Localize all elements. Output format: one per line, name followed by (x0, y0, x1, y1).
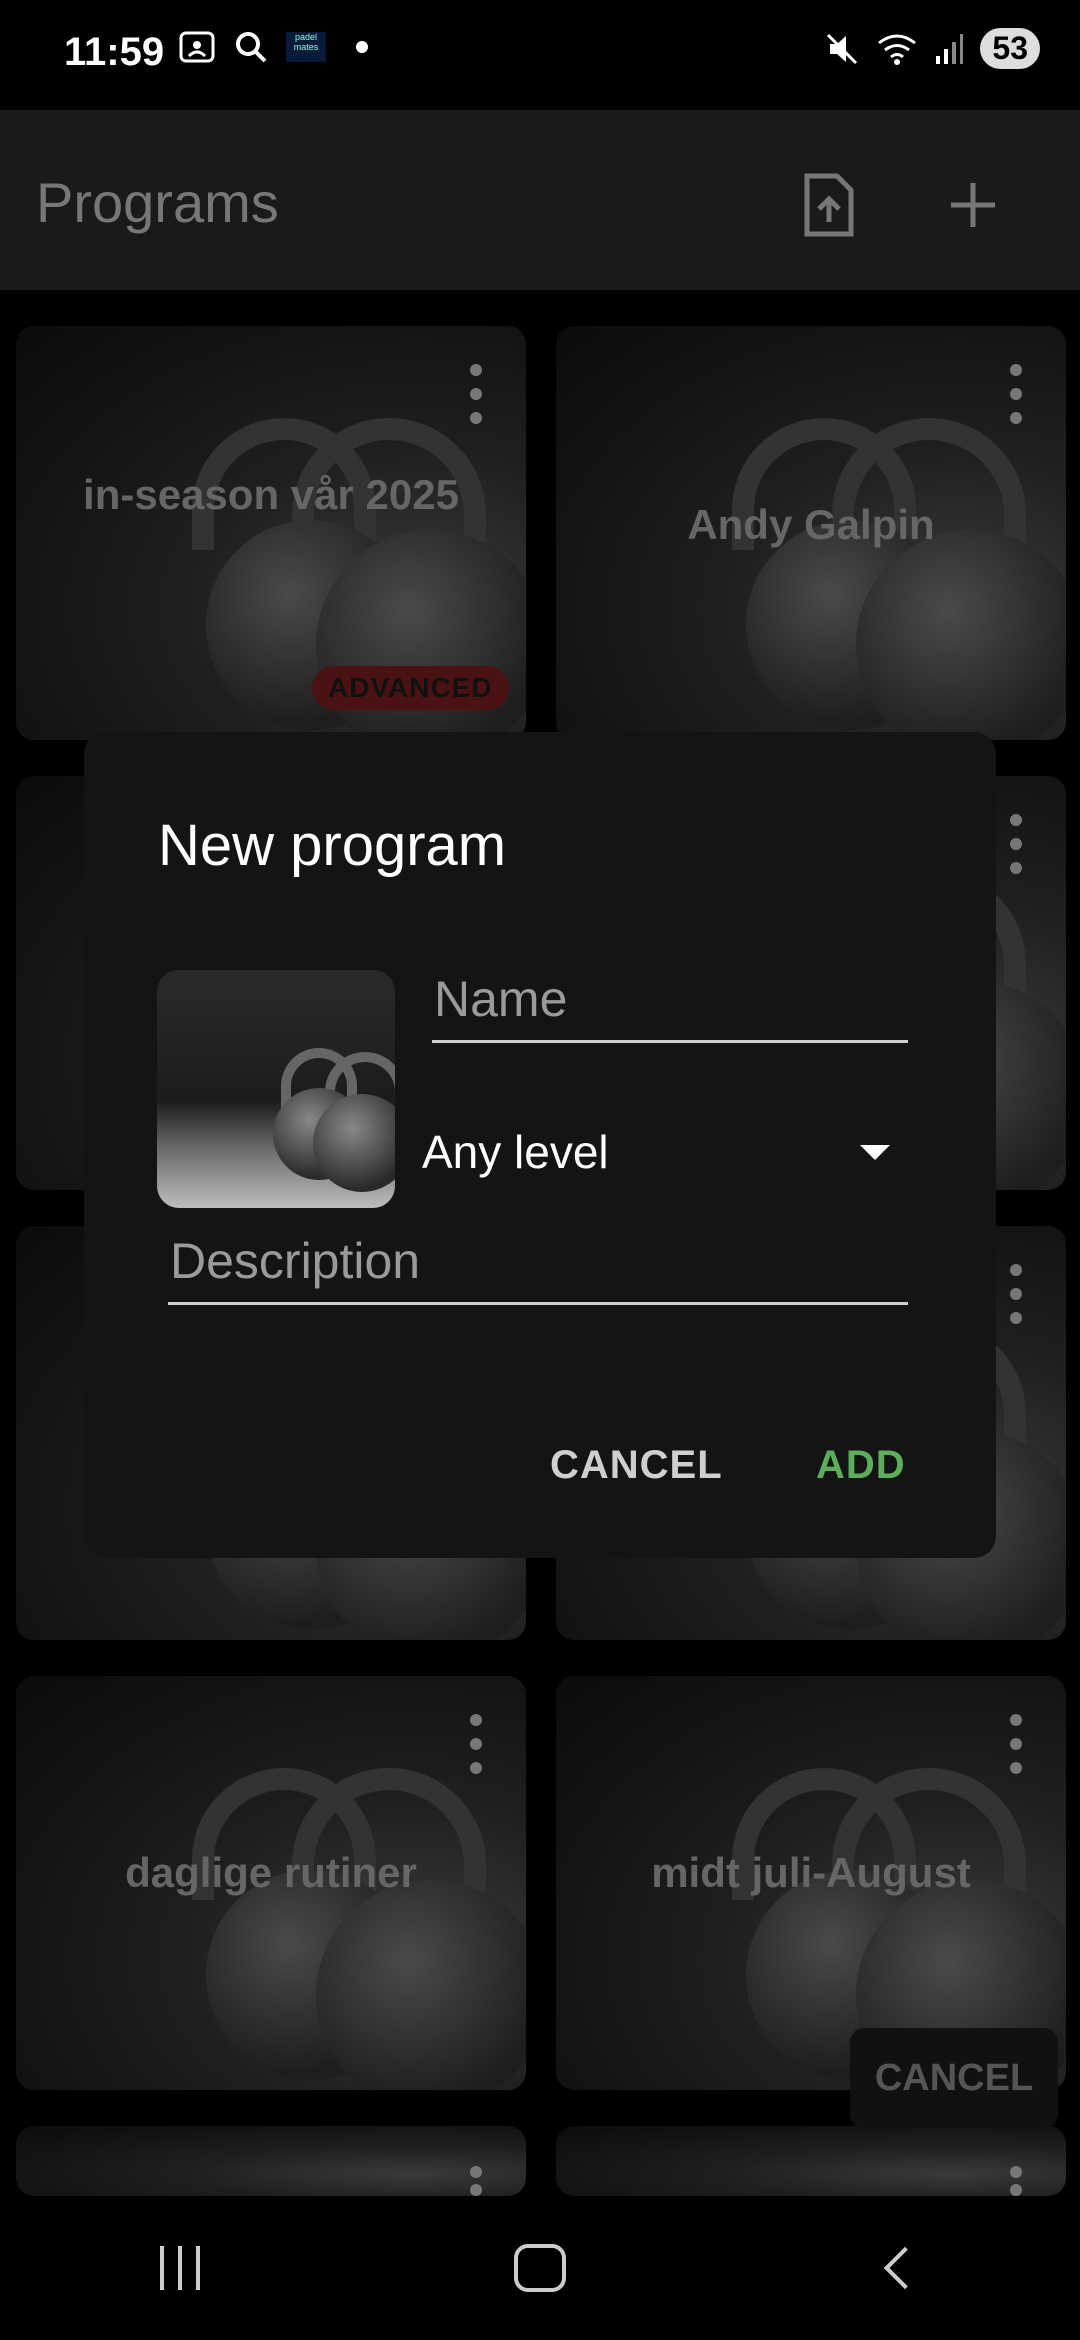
level-select[interactable]: Any level (422, 1112, 902, 1192)
cancel-button[interactable]: CANCEL (544, 1420, 729, 1510)
program-image-picker[interactable] (157, 970, 395, 1208)
back-icon (883, 2246, 927, 2290)
program-card-title: in-season vår 2025 (83, 471, 459, 518)
program-card-title: midt juli-August (651, 1849, 971, 1896)
background-cancel-button[interactable]: CANCEL (850, 2028, 1058, 2128)
program-card-title: Andy Galpin (687, 501, 935, 548)
status-system-icons: 53 (824, 28, 1040, 69)
recent-apps-icon (160, 2246, 200, 2290)
level-select-value: Any level (422, 1126, 609, 1178)
dialog-title: New program (158, 813, 507, 878)
more-options-icon[interactable] (1006, 1714, 1026, 1774)
wifi-icon (878, 34, 917, 65)
add-button[interactable]: ADD (810, 1420, 912, 1510)
system-navigation-bar (0, 2196, 1080, 2340)
dropdown-arrow-icon (860, 1144, 890, 1160)
home-icon (514, 2244, 566, 2292)
import-file-button[interactable] (784, 160, 874, 250)
program-card-title: daglige rutiner (125, 1849, 417, 1896)
battery-icon: 53 (980, 28, 1040, 69)
more-options-icon[interactable] (1006, 1264, 1026, 1324)
program-card[interactable]: daglige rutiner (16, 1676, 526, 2090)
program-card[interactable] (556, 2126, 1066, 2196)
dot-icon (356, 41, 368, 53)
add-program-button[interactable] (928, 160, 1018, 250)
program-card[interactable] (16, 2126, 526, 2196)
more-options-icon[interactable] (1006, 364, 1026, 424)
description-field[interactable] (168, 1226, 908, 1305)
import-file-icon (804, 173, 854, 237)
program-card[interactable]: in-season vår 2025 ADVANCED (16, 326, 526, 740)
screenshot-icon (179, 31, 215, 63)
mute-icon (827, 33, 858, 64)
back-button[interactable] (720, 2196, 1080, 2340)
app-bar: Programs (0, 110, 1080, 290)
more-options-icon[interactable] (1006, 2166, 1026, 2196)
more-options-icon[interactable] (466, 1714, 486, 1774)
padelmates-app-icon: padel mates (286, 32, 326, 62)
home-button[interactable] (360, 2196, 720, 2340)
status-time: 11:59 (64, 30, 165, 74)
more-options-icon[interactable] (466, 364, 486, 424)
name-field[interactable] (432, 964, 908, 1043)
search-icon (236, 32, 267, 63)
level-badge: ADVANCED (312, 666, 509, 710)
program-card[interactable]: Andy Galpin (556, 326, 1066, 740)
recent-apps-button[interactable] (0, 2196, 360, 2340)
add-icon (951, 183, 995, 227)
more-options-icon[interactable] (1006, 814, 1026, 874)
status-bar: 11:59 padel mates 53 (0, 0, 1080, 110)
more-options-icon[interactable] (466, 2166, 486, 2196)
page-title: Programs (36, 171, 279, 234)
signal-icon (936, 33, 964, 64)
status-notification-icons: padel mates (178, 30, 368, 64)
new-program-dialog: New program Any level CANCEL ADD (84, 732, 996, 1558)
